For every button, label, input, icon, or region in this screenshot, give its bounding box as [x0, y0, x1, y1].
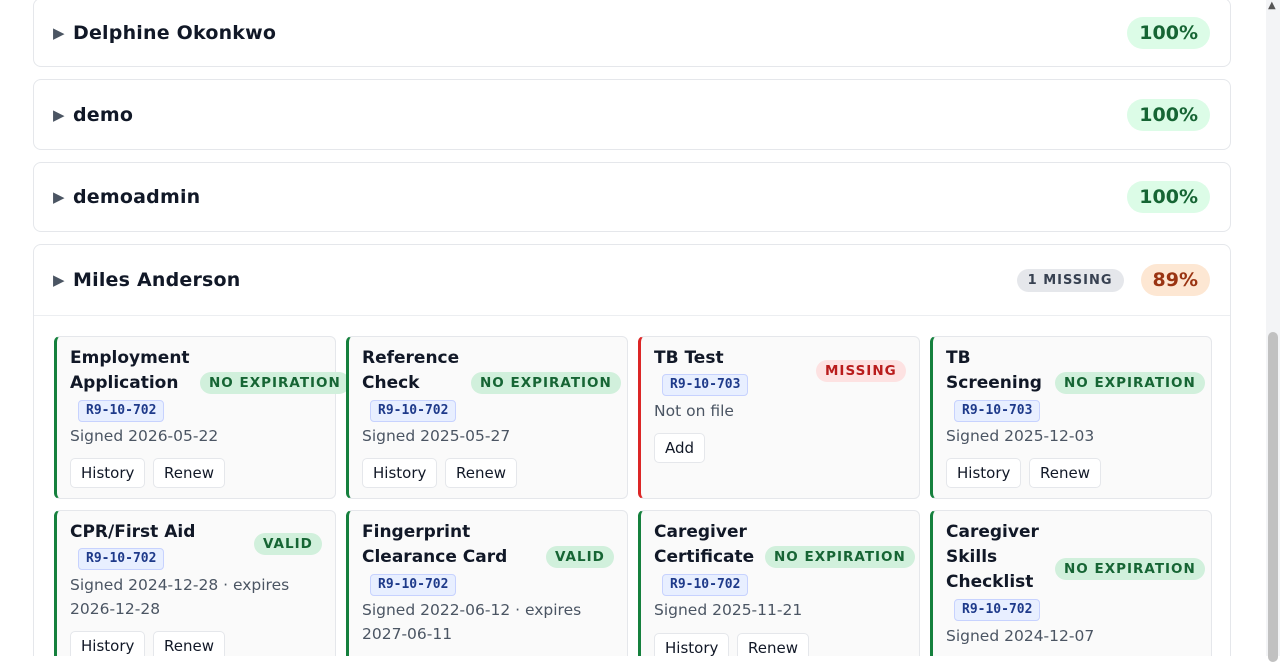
- scroll-up-arrow-icon[interactable]: ▲: [1268, 0, 1276, 11]
- renew-button[interactable]: Renew: [1029, 458, 1101, 488]
- renew-button[interactable]: Renew: [153, 631, 225, 656]
- person-header[interactable]: ▶ Delphine Okonkwo 100%: [34, 0, 1230, 67]
- signed-date: Signed 2024-12-07: [946, 627, 1095, 645]
- completion-percent: 100%: [1127, 181, 1210, 213]
- document-title: TB Test: [654, 348, 724, 368]
- document-card-tb-screening: TB Screening NO EXPIRATION R9-10-703 Sign…: [930, 336, 1212, 499]
- completion-percent: 89%: [1140, 264, 1210, 296]
- history-button[interactable]: History: [654, 633, 730, 656]
- add-button[interactable]: Add: [654, 433, 706, 463]
- scroll-thumb[interactable]: [1268, 332, 1278, 662]
- person-row-demo: ▶ demo 100%: [33, 79, 1231, 150]
- regulation-code: R9-10-702: [370, 574, 457, 596]
- regulation-code: R9-10-702: [954, 599, 1041, 621]
- person-name: demo: [73, 103, 134, 126]
- signed-date: Signed 2025-05-27: [362, 427, 511, 445]
- document-card-fingerprint-clearance-card: Fingerprint Clearance Card VALID R9-10-70…: [346, 510, 628, 656]
- completion-percent: 100%: [1127, 98, 1210, 131]
- signed-date: Signed 2025-11-21: [654, 601, 803, 619]
- regulation-code: R9-10-702: [662, 574, 749, 596]
- document-title: Employment Application: [70, 348, 190, 393]
- status-badge: NO EXPIRATION: [1055, 558, 1205, 580]
- signed-expires-date: Signed 2024-12-28 · expires 2026-12-28: [70, 576, 290, 618]
- regulation-code: R9-10-703: [954, 400, 1041, 422]
- regulation-code: R9-10-702: [78, 400, 165, 422]
- history-button[interactable]: History: [946, 458, 1022, 488]
- caret-right-icon: ▶: [53, 105, 65, 124]
- person-name: Miles Anderson: [73, 269, 241, 291]
- document-title: TB Screening: [946, 348, 1042, 393]
- person-name: Delphine Okonkwo: [73, 22, 277, 44]
- regulation-code: R9-10-702: [78, 548, 165, 570]
- renew-button[interactable]: Renew: [153, 458, 225, 488]
- status-badge: VALID: [546, 546, 614, 568]
- renew-button[interactable]: Renew: [737, 633, 809, 656]
- status-badge: NO EXPIRATION: [765, 546, 915, 568]
- person-header[interactable]: ▶ demoadmin 100%: [34, 163, 1230, 231]
- document-card-caregiver-skills-checklist: Caregiver Skills Checklist NO EXPIRATION R…: [930, 510, 1212, 656]
- document-title: Reference Check: [362, 348, 460, 393]
- vertical-scrollbar[interactable]: ▲: [1266, 0, 1280, 662]
- document-card-cpr-first-aid: CPR/First Aid VALID R9-10-702 Signed 202…: [54, 510, 336, 656]
- person-name: demoadmin: [73, 186, 201, 208]
- person-header[interactable]: ▶ Miles Anderson 1 MISSING 89%: [34, 245, 1230, 315]
- document-title: Fingerprint Clearance Card: [362, 522, 508, 567]
- person-header[interactable]: ▶ demo 100%: [34, 80, 1230, 149]
- history-button[interactable]: History: [362, 458, 438, 488]
- document-card-reference-check: Reference Check NO EXPIRATION R9-10-702 S…: [346, 336, 628, 499]
- history-button[interactable]: History: [70, 458, 146, 488]
- person-row-miles-anderson: ▶ Miles Anderson 1 MISSING 89% Employmen…: [33, 244, 1231, 656]
- missing-count-badge: 1 MISSING: [1016, 268, 1124, 292]
- divider: [34, 315, 1230, 316]
- document-card-tb-test: TB Test MISSING R9-10-703 Not on file Ad…: [638, 336, 920, 499]
- status-badge: NO EXPIRATION: [200, 372, 350, 394]
- document-title: Caregiver Certificate: [654, 522, 755, 567]
- completion-percent: 100%: [1127, 17, 1210, 49]
- history-button[interactable]: History: [70, 631, 146, 656]
- renew-button[interactable]: Renew: [445, 458, 517, 488]
- person-row-delphine-okonkwo: ▶ Delphine Okonkwo 100%: [33, 0, 1231, 67]
- status-badge: MISSING: [816, 360, 906, 382]
- scroll-area: ▶ Delphine Okonkwo 100% ▶ demo 100% ▶ de…: [0, 0, 1266, 656]
- document-title: Caregiver Skills Checklist: [946, 522, 1039, 592]
- regulation-code: R9-10-703: [662, 374, 749, 396]
- document-card-employment-application: Employment Application NO EXPIRATION R9-1…: [54, 336, 350, 499]
- status-badge: NO EXPIRATION: [1055, 372, 1205, 394]
- status-badge: NO EXPIRATION: [471, 372, 621, 394]
- status-badge: VALID: [254, 533, 322, 555]
- signed-date: Signed 2025-12-03: [946, 427, 1095, 445]
- caret-right-icon: ▶: [53, 24, 65, 42]
- regulation-code: R9-10-702: [370, 400, 457, 422]
- caret-right-icon: ▶: [53, 271, 65, 289]
- signed-expires-date: Signed 2022-06-12 · expires 2027-06-11: [362, 601, 582, 643]
- document-card-caregiver-certificate: Caregiver Certificate NO EXPIRATION R9-10…: [638, 510, 920, 656]
- document-title: CPR/First Aid: [70, 522, 196, 542]
- signed-date: Signed 2026-05-22: [70, 427, 219, 445]
- not-on-file-text: Not on file: [654, 402, 734, 420]
- person-row-demoadmin: ▶ demoadmin 100%: [33, 162, 1231, 232]
- caret-right-icon: ▶: [53, 188, 65, 206]
